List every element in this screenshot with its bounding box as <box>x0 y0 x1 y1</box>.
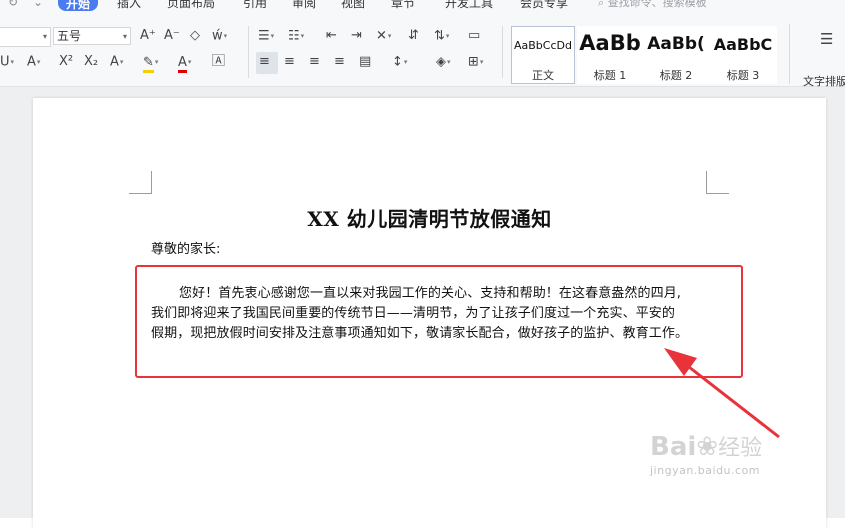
baidu-watermark: Bai❀经验 jingyan.baidu.com <box>650 430 763 477</box>
paw-icon: ❀ <box>696 432 719 462</box>
watermark-brand-cn: 经验 <box>718 436 763 461</box>
annotation-arrow-shaft <box>679 358 780 439</box>
annotation-arrow-head <box>664 348 697 376</box>
watermark-url: jingyan.baidu.com <box>650 464 761 477</box>
watermark-brand: Bai <box>650 432 697 462</box>
